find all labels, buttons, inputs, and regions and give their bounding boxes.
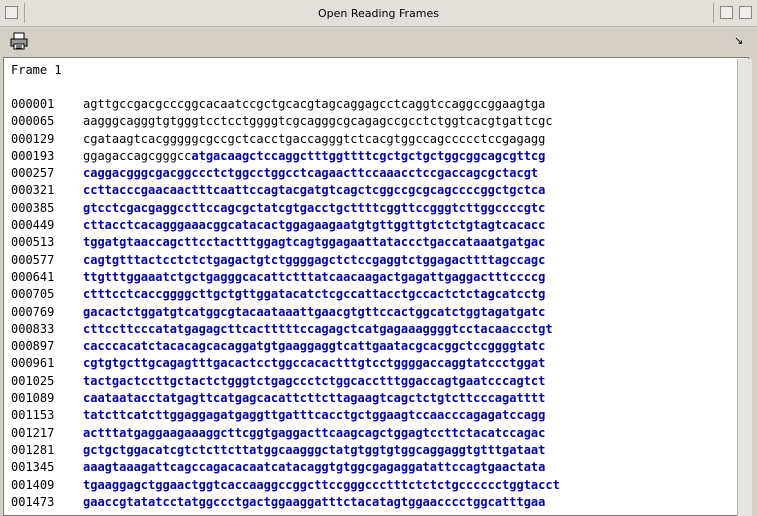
vertical-scrollbar[interactable] — [737, 59, 752, 516]
position-number: 000257 — [11, 166, 55, 181]
orf-sequence-text: ccttacccgaacaactttcaattccagtacgatgtcagct… — [83, 183, 546, 198]
orf-sequence-text: cgtgtgcttgcagagtttgacactcctggccacactttgt… — [83, 356, 546, 371]
orf-sequence-text: cacccacatctacacagcacaggatgtgaaggaggtcatt… — [83, 339, 546, 354]
sequence-row: 000193 ggagaccagcgggccatgacaagctccaggcttt… — [11, 148, 560, 165]
orf-sequence-text: tggatgtaaccagcttcctactttggagtcagtggagaat… — [83, 235, 546, 250]
orf-sequence-text: cttacctcacagggaaacggcatacactggagaagaatgt… — [83, 218, 546, 233]
orf-sequence-text: gctgctggacatcgtctcttcttatggcaagggctatgtg… — [83, 442, 546, 457]
sequence-row: 001473 gaaccgtatatcctatggccctgactggaaggat… — [11, 494, 560, 511]
orf-sequence-text: tatcttcatcttggaggagatgaggttgatttcacctgct… — [83, 408, 546, 423]
orf-sequence-text: cagtgtttactcctctctgagactgtctggggagctctcc… — [83, 252, 546, 267]
shade-icon[interactable] — [720, 6, 733, 19]
sequence-rows: 000001 agttgccgacgcccggcacaatccgctgcacgta… — [11, 96, 560, 511]
position-number: 001089 — [11, 391, 55, 406]
position-number: 000833 — [11, 321, 55, 336]
sequence-row: 000385 gtcctcgacgaggccttccagcgctatcgtgacc… — [11, 200, 560, 217]
orf-sequence-text: ctttcctcaccggggcttgctgttggatacatctcgccat… — [83, 287, 546, 302]
sequence-row: 001281 gctgctggacatcgtctcttcttatggcaagggc… — [11, 442, 560, 459]
sequence-row: 000769 gacactctggatgtcatggcgtacaataaattga… — [11, 304, 560, 321]
toolbar: ↘ — [0, 27, 757, 57]
sequence-row: 000961 cgtgtgcttgcagagtttgacactcctggccaca… — [11, 355, 560, 372]
position-number: 001473 — [11, 494, 55, 509]
orf-sequence-text: caataatacctatgagttcatgagcacattcttcttagaa… — [83, 391, 546, 406]
orf-sequence-text: gacactctggatgtcatggcgtacaataaattgaacgtgt… — [83, 304, 546, 319]
position-number: 000641 — [11, 269, 55, 284]
orf-sequence-text: gtcctcgacgaggccttccagcgctatcgtgacctgcttt… — [83, 200, 546, 215]
sequence-row: 000449 cttacctcacagggaaacggcatacactggagaa… — [11, 217, 560, 234]
position-number: 001153 — [11, 408, 55, 423]
printer-icon[interactable] — [9, 32, 29, 50]
sequence-row: 001089 caataatacctatgagttcatgagcacattcttc… — [11, 390, 560, 407]
position-number: 001025 — [11, 373, 55, 388]
sequence-row: 000001 agttgccgacgcccggcacaatccgctgcacgta… — [11, 96, 560, 113]
position-number: 000385 — [11, 200, 55, 215]
position-number: 000897 — [11, 339, 55, 354]
window-title: Open Reading Frames — [317, 7, 440, 20]
position-number: 001409 — [11, 477, 55, 492]
position-number: 000513 — [11, 235, 55, 250]
sequence-row: 000129 cgataagtcacgggggcgccgctcacctgaccag… — [11, 131, 560, 148]
frame-title: Frame 1 — [11, 63, 62, 77]
sequence-row: 000257 caggacgggcgacggccctctggcctggcctcag… — [11, 165, 560, 182]
title-separator — [713, 3, 714, 23]
orf-sequence-text: cttccttcccatatgagagcttcactttttccagagctca… — [83, 321, 553, 336]
orf-sequence-text: atgacaagctccaggctttggttttcgctgctgctggcgg… — [191, 148, 546, 163]
orf-sequence-text: actttatgaggaagaaaggcttcggtgaggacttcaagca… — [83, 425, 546, 440]
position-number: 001217 — [11, 425, 55, 440]
orf-sequence-text: gaaccgtatatcctatggccctgactggaaggatttctac… — [83, 494, 546, 509]
sequence-text: cgataagtcacgggggcgccgctcacctgaccagggtctc… — [83, 131, 546, 146]
sequence-text: ggagaccagcgggcc — [83, 148, 192, 163]
position-number: 000001 — [11, 97, 55, 111]
sequence-row: 000513 tggatgtaaccagcttcctactttggagtcagtg… — [11, 234, 560, 251]
position-number: 000065 — [11, 114, 55, 129]
sequence-text: agttgccgacgcccggcacaatccgctgcacgtagcagga… — [83, 97, 546, 111]
orf-sequence-text: ttgtttggaaatctgctgagggcacattctttatcaacaa… — [83, 269, 546, 284]
position-number: 000449 — [11, 218, 55, 233]
sequence-row: 001345 aaagtaaagattcagccagacacaatcatacagg… — [11, 459, 560, 476]
sequence-row: 000641 ttgtttggaaatctgctgagggcacattctttat… — [11, 269, 560, 286]
position-number: 000769 — [11, 304, 55, 319]
orf-sequence-text: tgaaggagctggaactggtcaccaaggccggcttccgggc… — [83, 477, 560, 492]
position-number: 000129 — [11, 131, 55, 146]
sequence-row: 001409 tgaaggagctggaactggtcaccaaggccggctt… — [11, 477, 560, 494]
position-number: 000961 — [11, 356, 55, 371]
sequence-row: 001217 actttatgaggaagaaaggcttcggtgaggactt… — [11, 425, 560, 442]
position-number: 001281 — [11, 442, 55, 457]
position-number: 000193 — [11, 148, 55, 163]
sequence-row: 000705 ctttcctcaccggggcttgctgttggatacatct… — [11, 286, 560, 303]
orf-sequence-text: tactgactccttgctactctgggtctgagccctctggcac… — [83, 373, 546, 388]
maximize-icon[interactable] — [739, 6, 752, 19]
position-number: 000705 — [11, 287, 55, 302]
sequence-row: 000065 aagggcagggtgtgggtcctcctggggtcgcagg… — [11, 113, 560, 130]
sequence-row: 000833 cttccttcccatatgagagcttcactttttccag… — [11, 321, 560, 338]
sequence-row: 000321 ccttacccgaacaactttcaattccagtacgatg… — [11, 182, 560, 199]
corner-arrow-icon[interactable]: ↘ — [734, 34, 743, 47]
sequence-text: aagggcagggtgtgggtcctcctggggtcgcagggcgcag… — [83, 114, 553, 129]
position-number: 001345 — [11, 460, 55, 475]
orf-text-panel[interactable]: Frame 1 000001 agttgccgacgcccggcacaatccgc… — [3, 57, 749, 516]
position-number: 000321 — [11, 183, 55, 198]
title-bar: Open Reading Frames — [0, 0, 757, 27]
orf-sequence-text: caggacgggcgacggccctctggcctggcctcagaacttc… — [83, 166, 539, 181]
position-number: 000577 — [11, 252, 55, 267]
sequence-row: 000897 cacccacatctacacagcacaggatgtgaaggag… — [11, 338, 560, 355]
orf-sequence-text: aaagtaaagattcagccagacacaatcatacaggtgtggc… — [83, 460, 546, 475]
sequence-row: 001153 tatcttcatcttggaggagatgaggttgatttca… — [11, 407, 560, 424]
sequence-row: 000577 cagtgtttactcctctctgagactgtctggggag… — [11, 252, 560, 269]
sequence-row: 001025 tactgactccttgctactctgggtctgagccctc… — [11, 373, 560, 390]
